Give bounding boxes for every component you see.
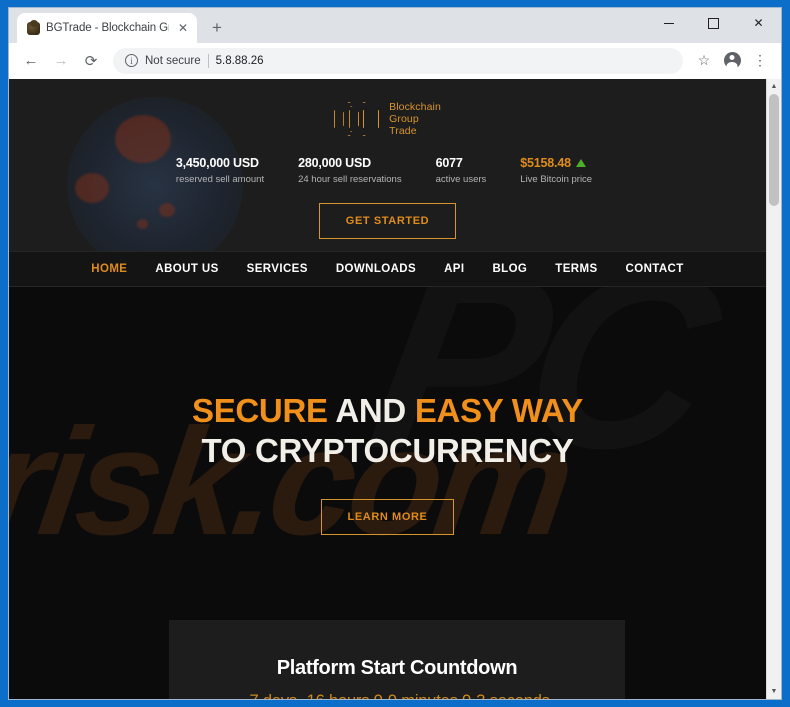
desktop-background: BGTrade - Blockchain Group Trad ✕ + ✕ ← …: [0, 0, 790, 707]
not-secure-info-icon[interactable]: i: [125, 54, 138, 67]
stat-live-bitcoin-price: $5158.48 Live Bitcoin price: [503, 156, 609, 185]
nav-item-about-us[interactable]: ABOUT US: [141, 263, 232, 275]
nav-item-api[interactable]: API: [430, 263, 478, 275]
stat-value: $5158.48: [520, 156, 571, 170]
logo-line-1: Blockchain: [389, 101, 441, 113]
hero-word-easy-way: EASY WAY: [414, 392, 584, 429]
profile-button[interactable]: [719, 48, 745, 74]
page-scrollbar[interactable]: ▲ ▼: [766, 79, 781, 699]
address-bar[interactable]: i Not secure 5.8.88.26: [113, 47, 683, 74]
nav-item-terms[interactable]: TERMS: [541, 263, 611, 275]
profile-avatar-icon: [723, 52, 741, 69]
toolbar-right-icons: ☆ ⋮: [691, 48, 773, 74]
browser-window: BGTrade - Blockchain Group Trad ✕ + ✕ ← …: [8, 7, 782, 700]
stats-row: 3,450,000 USD reserved sell amount 280,0…: [9, 156, 766, 185]
countdown-section: Platform Start Countdown -7 days -16 hou…: [9, 602, 766, 699]
scrollbar-thumb[interactable]: [769, 94, 779, 206]
browser-tab[interactable]: BGTrade - Blockchain Group Trad ✕: [17, 13, 197, 43]
hero-word-secure: SECURE: [191, 392, 336, 429]
url-text: 5.8.88.26: [215, 54, 264, 67]
tab-title: BGTrade - Blockchain Group Trad: [46, 22, 169, 34]
close-tab-icon[interactable]: ✕: [175, 20, 191, 36]
nav-item-services[interactable]: SERVICES: [233, 263, 322, 275]
scrollbar-track[interactable]: [767, 94, 781, 684]
countdown-panel: Platform Start Countdown -7 days -16 hou…: [169, 620, 625, 699]
hero-section: PC risk.com SECURE AND EASY WAY TO CRYPT…: [9, 287, 766, 602]
browser-menu-icon[interactable]: ⋮: [747, 48, 773, 74]
stat-label: reserved sell amount: [175, 174, 265, 185]
learn-more-button[interactable]: LEARN MORE: [320, 499, 455, 535]
back-button[interactable]: ←: [17, 47, 45, 75]
nav-item-blog[interactable]: BLOG: [478, 263, 541, 275]
new-tab-button[interactable]: +: [203, 14, 231, 42]
scroll-down-icon[interactable]: ▼: [767, 684, 781, 699]
stat-label: active users: [435, 174, 487, 185]
nav-item-downloads[interactable]: DOWNLOADS: [322, 263, 430, 275]
site-favicon-icon: [27, 19, 40, 35]
hero-headline-line-2: TO CRYPTOCURRENCY: [201, 432, 574, 469]
scroll-up-icon[interactable]: ▲: [767, 79, 781, 94]
reload-button[interactable]: ⟳: [77, 47, 105, 75]
logo-text: Blockchain Group Trade: [389, 101, 441, 137]
hero-headline-line-1: SECURE AND EASY WAY: [9, 391, 766, 431]
hexagon-logo-icon: [334, 98, 380, 140]
stat-label: Live Bitcoin price: [520, 174, 593, 185]
forward-button[interactable]: →: [47, 47, 75, 75]
security-status-label: Not secure: [145, 54, 201, 67]
logo-line-2: Group: [389, 113, 419, 125]
browser-titlebar: BGTrade - Blockchain Group Trad ✕ + ✕: [9, 8, 781, 43]
stat-24h-sell-reservations: 280,000 USD 24 hour sell reservations: [281, 156, 419, 185]
countdown-timer: -7 days -16 hours 0-9 minutes 0-3 second…: [169, 692, 625, 699]
stat-value: 280,000 USD: [298, 156, 371, 170]
get-started-wrapper: GET STARTED: [9, 203, 766, 239]
page-viewport: Blockchain Group Trade 3,450,000 USD res…: [9, 79, 781, 699]
web-page: Blockchain Group Trade 3,450,000 USD res…: [9, 79, 766, 699]
omnibox-separator: [207, 53, 209, 68]
countdown-title: Platform Start Countdown: [276, 657, 518, 679]
trend-up-icon: [575, 159, 586, 167]
stat-value-wrap: $5158.48: [520, 156, 592, 170]
window-controls: ✕: [646, 8, 781, 38]
learn-more-wrapper: LEARN MORE: [9, 499, 766, 535]
site-header: Blockchain Group Trade 3,450,000 USD res…: [9, 79, 766, 273]
stat-reserved-sell-amount: 3,450,000 USD reserved sell amount: [166, 156, 281, 185]
stat-value: 3,450,000 USD: [175, 156, 259, 170]
nav-item-contact[interactable]: CONTACT: [612, 263, 698, 275]
site-logo[interactable]: Blockchain Group Trade: [9, 79, 766, 140]
bookmark-star-icon[interactable]: ☆: [691, 48, 717, 74]
minimize-button[interactable]: [646, 8, 691, 38]
site-navigation: HOME ABOUT US SERVICES DOWNLOADS API BLO…: [9, 251, 766, 287]
stat-value: 6077: [435, 156, 463, 170]
logo-line-3: Trade: [389, 125, 417, 137]
stat-label: 24 hour sell reservations: [298, 174, 402, 185]
close-window-button[interactable]: ✕: [736, 8, 781, 38]
stat-active-users: 6077 active users: [419, 156, 504, 185]
hero-word-and: AND: [335, 392, 415, 429]
maximize-button[interactable]: [691, 8, 736, 38]
get-started-button[interactable]: GET STARTED: [318, 203, 457, 239]
browser-toolbar: ← → ⟳ i Not secure 5.8.88.26 ☆ ⋮: [9, 43, 781, 79]
nav-item-home[interactable]: HOME: [77, 263, 141, 275]
hero-content: SECURE AND EASY WAY TO CRYPTOCURRENCY LE…: [9, 287, 766, 535]
